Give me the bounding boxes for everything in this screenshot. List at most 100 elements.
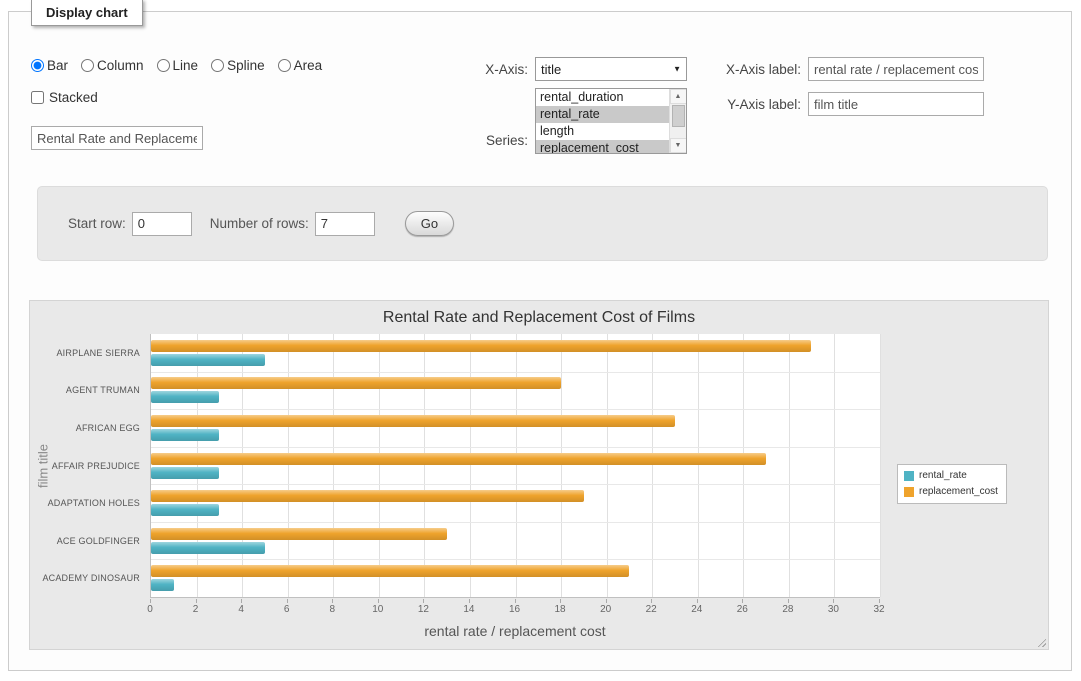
scroll-down-button[interactable]: ▼ [670,138,687,153]
x-tick-mark [560,599,561,603]
resize-handle-icon[interactable] [1035,636,1046,647]
chart-type-radio-column[interactable] [81,59,94,72]
gridline-horizontal [151,484,880,485]
gridline-vertical [880,334,881,597]
display-chart-panel: Display chart BarColumnLineSplineArea St… [8,11,1072,671]
scroll-up-button[interactable]: ▲ [670,89,687,104]
bar-rental_rate[interactable] [151,504,219,516]
series-option-rental_duration[interactable]: rental_duration [536,89,669,106]
scrollbar-thumb[interactable] [672,105,685,127]
gridline-vertical [470,334,471,597]
category-label: AFRICAN EGG [76,423,140,433]
chart-type-option-line[interactable]: Line [157,58,199,73]
bar-replacement_cost[interactable] [151,453,766,465]
bar-replacement_cost[interactable] [151,490,584,502]
x-tick-label: 28 [782,604,793,615]
x-tick-mark [332,599,333,603]
gridline-vertical [652,334,653,597]
start-row-label: Start row: [68,216,126,231]
chart-type-option-column[interactable]: Column [81,58,144,73]
chart-type-option-area[interactable]: Area [278,58,323,73]
bar-replacement_cost[interactable] [151,340,811,352]
gridline-horizontal [151,522,880,523]
gridline-horizontal [151,559,880,560]
category-label: ADAPTATION HOLES [48,498,140,508]
chart-title-input[interactable] [31,126,203,150]
x-axis-label-label: X-Axis label: [699,62,801,77]
gridline-vertical [424,334,425,597]
gridline-vertical [743,334,744,597]
x-tick-label: 12 [418,604,429,615]
x-tick-label: 24 [691,604,702,615]
legend-item-replacement_cost[interactable]: replacement_cost [904,486,998,497]
chart-type-radio-bar[interactable] [31,59,44,72]
x-axis-title: rental rate / replacement cost [150,623,880,639]
listbox-scrollbar[interactable]: ▲ ▼ [669,89,686,153]
category-label: AIRPLANE SIERRA [56,348,140,358]
x-axis-field-row: X-Axis: title ▼ [458,57,687,81]
scroll-up-icon: ▲ [675,93,682,100]
series-option-rental_rate[interactable]: rental_rate [536,106,669,123]
category-label: AFFAIR PREJUDICE [52,461,140,471]
chart-type-option-label: Area [294,58,323,73]
gridline-vertical [197,334,198,597]
bar-replacement_cost[interactable] [151,528,447,540]
chart-type-option-bar[interactable]: Bar [31,58,68,73]
x-tick-label: 30 [828,604,839,615]
chart-type-radio-spline[interactable] [211,59,224,72]
x-tick-label: 10 [372,604,383,615]
chart-type-option-label: Column [97,58,144,73]
x-tick-mark [150,599,151,603]
legend-item-rental_rate[interactable]: rental_rate [904,470,998,481]
x-tick-label: 22 [646,604,657,615]
legend-label: replacement_cost [919,486,998,497]
legend-swatch [904,471,914,481]
gridline-vertical [379,334,380,597]
bar-replacement_cost[interactable] [151,377,561,389]
legend-label: rental_rate [919,470,967,481]
x-tick-label: 26 [737,604,748,615]
y-axis-label-field-row: Y-Axis label: [699,92,984,116]
bar-replacement_cost[interactable] [151,565,629,577]
bar-replacement_cost[interactable] [151,415,675,427]
x-tick-mark [515,599,516,603]
legend-swatch [904,487,914,497]
number-of-rows-input[interactable] [315,212,375,236]
x-axis-select-wrap: title ▼ [535,57,687,81]
bar-rental_rate[interactable] [151,467,219,479]
gridline-vertical [789,334,790,597]
x-tick-mark [287,599,288,603]
y-axis-label-input[interactable] [808,92,984,116]
x-tick-mark [697,599,698,603]
bar-rental_rate[interactable] [151,429,219,441]
x-axis-label-input[interactable] [808,57,984,81]
chart-type-radio-line[interactable] [157,59,170,72]
series-label: Series: [458,133,528,154]
series-field-row: Series: rental_durationrental_ratelength… [458,88,687,154]
bar-rental_rate[interactable] [151,354,265,366]
x-axis-select[interactable]: title [535,57,687,81]
chart-type-option-spline[interactable]: Spline [211,58,265,73]
series-option-length[interactable]: length [536,123,669,140]
series-listbox[interactable]: rental_durationrental_ratelengthreplacem… [536,89,669,153]
bar-rental_rate[interactable] [151,542,265,554]
bar-rental_rate[interactable] [151,579,174,591]
gridline-vertical [288,334,289,597]
y-axis-label-label: Y-Axis label: [699,97,801,112]
chart-type-option-label: Bar [47,58,68,73]
number-of-rows-label: Number of rows: [210,216,309,231]
gridline-horizontal [151,372,880,373]
x-tick-mark [833,599,834,603]
stacked-checkbox[interactable] [31,91,44,104]
bar-rental_rate[interactable] [151,391,219,403]
chart-type-radio-area[interactable] [278,59,291,72]
panel-title: Display chart [31,0,143,26]
chart-type-option-label: Spline [227,58,265,73]
stacked-option[interactable]: Stacked [31,90,98,105]
chart-type-option-label: Line [173,58,199,73]
x-tick-label: 0 [147,604,153,615]
start-row-input[interactable] [132,212,192,236]
scroll-down-icon: ▼ [675,142,682,149]
series-option-replacement_cost[interactable]: replacement_cost [536,140,669,153]
go-button[interactable]: Go [405,211,454,236]
